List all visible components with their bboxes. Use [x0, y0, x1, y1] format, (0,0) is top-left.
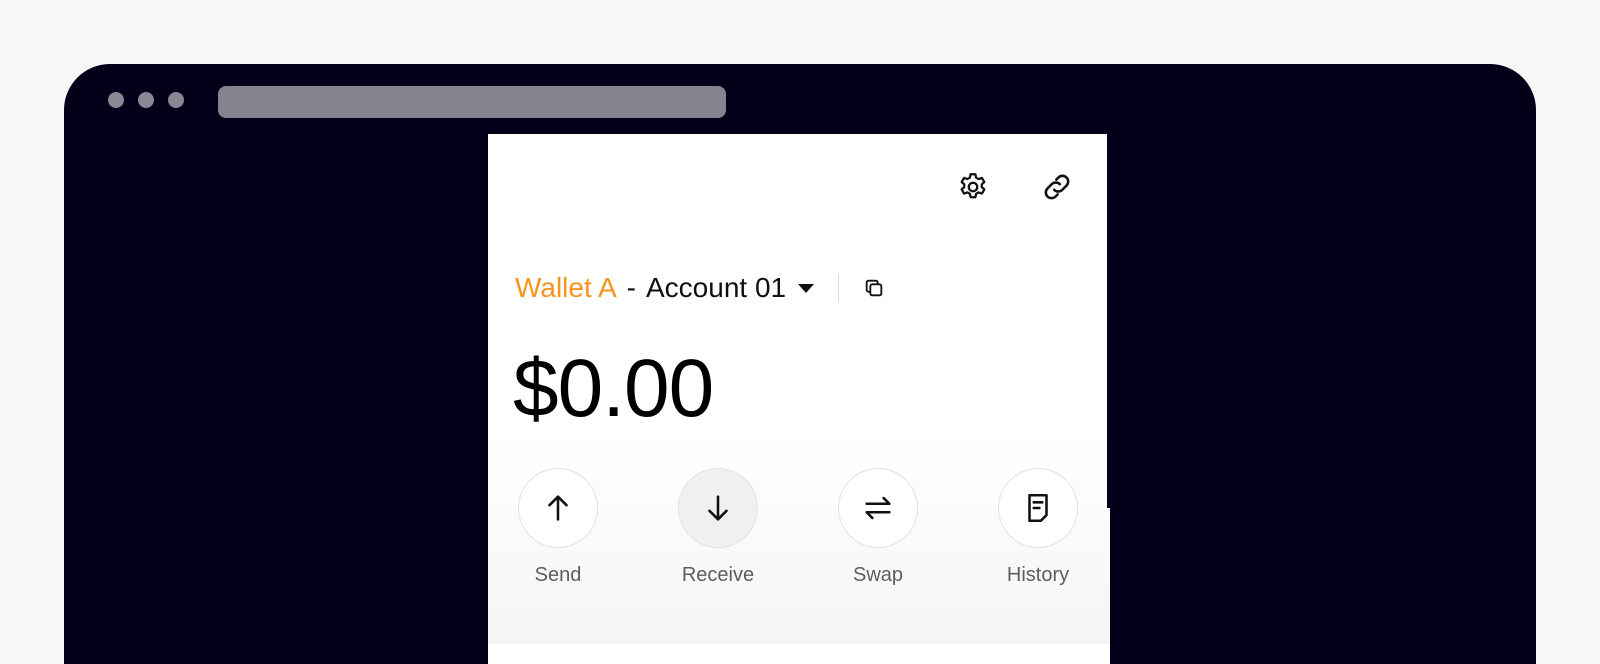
link-icon[interactable] [1038, 168, 1076, 206]
send-circle[interactable] [518, 468, 598, 548]
balance-value: $0.00 [513, 343, 714, 434]
account-name[interactable]: Account 01 [646, 272, 786, 304]
account-selector: Wallet A - Account 01 [515, 272, 887, 304]
receive-label: Receive [681, 564, 755, 586]
arrow-up-icon [548, 495, 568, 521]
swap-icon [865, 496, 891, 520]
window-dot[interactable] [108, 92, 124, 108]
panel-edge [1107, 134, 1110, 508]
send-label: Send [534, 564, 582, 586]
receive-circle[interactable] [678, 468, 758, 548]
header-actions [954, 168, 1076, 206]
history-icon [1028, 493, 1048, 523]
arrow-down-icon [708, 495, 728, 521]
address-bar[interactable] [218, 86, 726, 118]
send-button[interactable]: Send [515, 468, 601, 587]
receive-button[interactable]: Receive [675, 468, 761, 587]
wallet-name[interactable]: Wallet A [515, 272, 617, 304]
swap-circle[interactable] [838, 468, 918, 548]
chevron-down-icon[interactable] [798, 283, 815, 293]
action-buttons: Send Receive Swap History [515, 468, 1081, 587]
wallet-panel: Wallet A - Account 01 $0.00 Send Receive… [488, 134, 1110, 664]
divider [838, 274, 840, 302]
swap-button[interactable]: Swap [835, 468, 921, 587]
window-controls [108, 92, 184, 108]
history-circle[interactable] [998, 468, 1078, 548]
swap-label: Swap [852, 564, 904, 586]
gear-icon[interactable] [954, 168, 992, 206]
screenshot-frame: Wallet A - Account 01 $0.00 Send Receive… [0, 0, 1600, 664]
history-label: History [1006, 564, 1070, 586]
copy-icon[interactable] [861, 275, 887, 301]
window-dot[interactable] [138, 92, 154, 108]
window-dot[interactable] [168, 92, 184, 108]
history-button[interactable]: History [995, 468, 1081, 587]
content-card [488, 644, 1110, 664]
account-separator: - [626, 272, 636, 303]
